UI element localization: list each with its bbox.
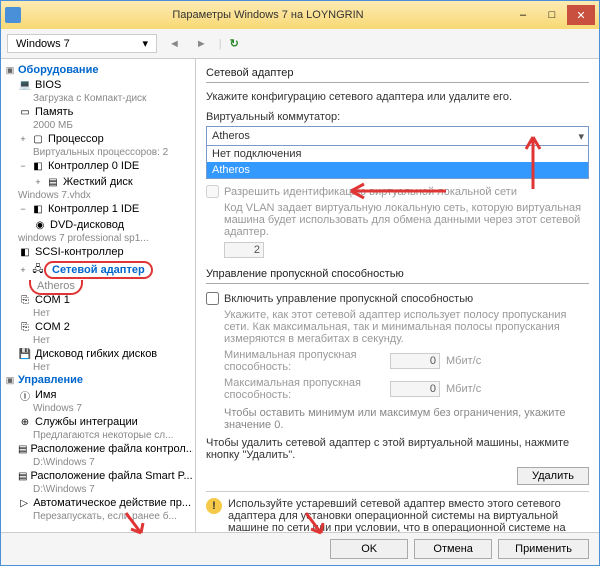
toolbar: Windows 7▾ ◄ ► | ↻ xyxy=(1,29,599,59)
vlan-desc: Код VLAN задает виртуальную локальную се… xyxy=(206,202,589,238)
tree-memory[interactable]: ▭Память xyxy=(3,104,193,120)
min-bandwidth-input[interactable] xyxy=(390,353,440,369)
warning-text: Используйте устаревший сетевой адаптер в… xyxy=(228,498,589,532)
tree-network-adapter-sub: Atheros xyxy=(3,280,193,292)
section-management[interactable]: Управление xyxy=(18,374,83,386)
tree-checkpoint[interactable]: ▤Расположение файла контрол... xyxy=(3,441,193,457)
tree-scsi[interactable]: ◧SCSI-контроллер xyxy=(3,244,193,260)
titlebar[interactable]: Параметры Windows 7 на LOYNGRIN – □ ✕ xyxy=(1,1,599,29)
apply-button[interactable]: Применить xyxy=(498,539,589,559)
virtual-switch-dropdown[interactable]: Atheros xyxy=(206,126,589,146)
warning-box: ! Используйте устаревший сетевой адаптер… xyxy=(206,491,589,532)
cancel-button[interactable]: Отмена xyxy=(414,539,492,559)
close-button[interactable]: ✕ xyxy=(567,5,595,25)
minimize-button[interactable]: – xyxy=(509,5,537,25)
panel-desc: Укажите конфигурацию сетевого адаптера и… xyxy=(206,91,589,103)
tree-floppy[interactable]: 💾Дисковод гибких дисков xyxy=(3,346,193,362)
virtual-switch-options[interactable]: Нет подключения Atheros xyxy=(206,146,589,179)
min-bandwidth-label: Минимальная пропускная способность: xyxy=(224,349,384,373)
tree-com1[interactable]: ⎘COM 1 xyxy=(3,292,193,308)
tree-autoaction[interactable]: ▷Автоматическое действие пр... xyxy=(3,495,193,511)
tree-ide1[interactable]: −◧Контроллер 1 IDE xyxy=(3,201,193,217)
tree-cpu[interactable]: +▢Процессор xyxy=(3,131,193,147)
bandwidth-label: Включить управление пропускной способнос… xyxy=(224,293,473,305)
option-atheros[interactable]: Atheros xyxy=(207,162,588,178)
tree-com2[interactable]: ⎘COM 2 xyxy=(3,319,193,335)
tree-dvd[interactable]: ◉DVD-дисковод xyxy=(3,217,193,233)
tree-ide0[interactable]: −◧Контроллер 0 IDE xyxy=(3,158,193,174)
tree-bios[interactable]: 💻BIOS xyxy=(3,77,193,93)
tree-hdd[interactable]: +▤Жесткий диск xyxy=(3,174,193,190)
option-none[interactable]: Нет подключения xyxy=(207,146,588,162)
section-hardware[interactable]: Оборудование xyxy=(18,64,98,76)
app-icon xyxy=(5,7,21,23)
ok-button[interactable]: OK xyxy=(330,539,408,559)
chevron-down-icon: ▾ xyxy=(142,37,148,50)
nav-back-icon[interactable]: ◄ xyxy=(165,38,184,50)
bandwidth-checkbox[interactable] xyxy=(206,292,219,305)
tree-name[interactable]: ⒾИмя xyxy=(3,387,193,403)
bandwidth-desc: Укажите, как этот сетевой адаптер исполь… xyxy=(206,309,589,345)
vlan-id-input[interactable] xyxy=(224,242,264,258)
delete-button[interactable]: Удалить xyxy=(517,467,589,485)
switch-label: Виртуальный коммутатор: xyxy=(206,111,589,123)
settings-window: Параметры Windows 7 на LOYNGRIN – □ ✕ Wi… xyxy=(0,0,600,566)
max-bandwidth-input[interactable] xyxy=(390,381,440,397)
tree-network-adapter[interactable]: +🖧 Сетевой адаптер xyxy=(3,260,193,280)
vlan-checkbox[interactable] xyxy=(206,185,219,198)
maximize-button[interactable]: □ xyxy=(538,5,566,25)
warning-icon: ! xyxy=(206,498,222,514)
vlan-label: Разрешить идентификацию виртуальной лока… xyxy=(224,186,517,198)
delete-desc: Чтобы удалить сетевой адаптер с этой вир… xyxy=(206,437,589,461)
bandwidth-title: Управление пропускной способностью xyxy=(206,268,589,284)
window-title: Параметры Windows 7 на LOYNGRIN xyxy=(27,9,509,21)
detail-panel: Сетевой адаптер Укажите конфигурацию сет… xyxy=(196,59,599,532)
breadcrumb[interactable]: Windows 7▾ xyxy=(7,34,157,53)
panel-title: Сетевой адаптер xyxy=(206,67,589,83)
nav-forward-icon[interactable]: ► xyxy=(192,38,211,50)
tree-integration[interactable]: ⊕Службы интеграции xyxy=(3,414,193,430)
tree-view[interactable]: ▣Оборудование 💻BIOS Загрузка с Компакт-д… xyxy=(1,59,196,532)
bandwidth-note: Чтобы оставить минимум или максимум без … xyxy=(206,407,589,431)
dialog-footer: OK Отмена Применить xyxy=(1,532,599,565)
refresh-icon[interactable]: ↻ xyxy=(230,37,239,50)
tree-smartpage[interactable]: ▤Расположение файла Smart P... xyxy=(3,468,193,484)
max-bandwidth-label: Максимальная пропускная способность: xyxy=(224,377,384,401)
